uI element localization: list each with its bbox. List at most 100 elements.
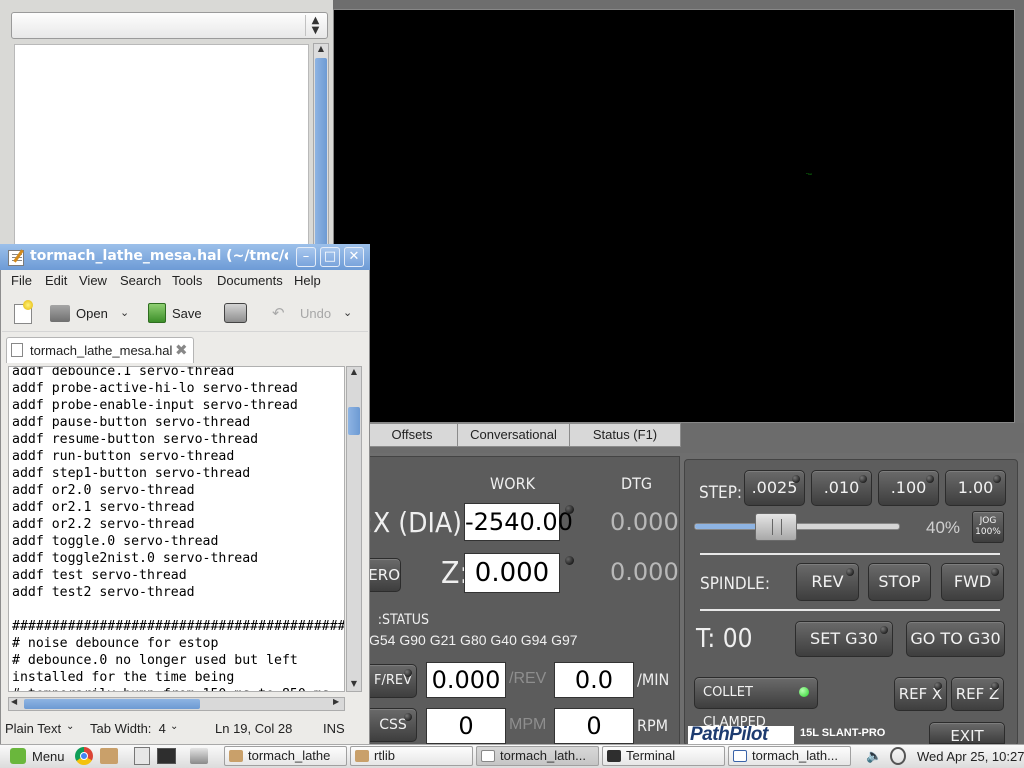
z-work-dro[interactable]: 0.000: [464, 553, 560, 593]
file-list[interactable]: [14, 44, 309, 246]
task-tormach-lathe[interactable]: tormach_lathe: [224, 746, 347, 766]
task-rtlib[interactable]: rtlib: [350, 746, 473, 766]
undo-dropdown-icon[interactable]: ⌄: [343, 306, 352, 319]
feed-per-rev-button[interactable]: F/REV: [369, 664, 417, 698]
file-list-scrollbar[interactable]: ▲: [313, 43, 329, 246]
tab-status[interactable]: Status (F1): [569, 423, 681, 447]
set-g30-button[interactable]: SET G30: [795, 621, 893, 657]
tab-conversational[interactable]: Conversational: [457, 423, 570, 447]
maximize-icon[interactable]: □: [320, 247, 340, 267]
exit-button[interactable]: EXIT: [929, 722, 1005, 744]
menu-button[interactable]: Menu: [32, 749, 65, 764]
editor-window-title: tormach_lathe_mesa.hal (~/tmc/confi: [30, 248, 288, 264]
step-0025-button[interactable]: .0025: [744, 470, 805, 506]
network-launcher-icon[interactable]: [190, 748, 208, 764]
toolpath-preview[interactable]: [333, 9, 1015, 423]
menu-view[interactable]: View: [79, 273, 107, 291]
feed-rev-value[interactable]: 0.000: [426, 662, 506, 698]
tab-width-dropdown-icon[interactable]: ⌄: [170, 721, 178, 732]
terminal-launcher-icon[interactable]: [157, 748, 176, 764]
dtg-header: DTG: [621, 474, 653, 493]
menu-search[interactable]: Search: [120, 273, 161, 291]
scroll-thumb[interactable]: [24, 699, 200, 709]
code-text-area[interactable]: addf debounce.1 servo-thread addf probe-…: [8, 366, 345, 692]
editor-horizontal-scrollbar[interactable]: ◀ ▶: [8, 697, 345, 711]
scroll-thumb[interactable]: [315, 58, 327, 246]
step-0025-label: .0025: [751, 478, 798, 497]
menu-tools[interactable]: Tools: [172, 273, 202, 291]
language-dropdown-icon[interactable]: ⌄: [66, 721, 74, 732]
spindle-fwd-button[interactable]: FWD: [941, 563, 1004, 601]
scroll-left-icon[interactable]: ◀: [11, 697, 17, 706]
menu-documents[interactable]: Documents: [217, 273, 283, 291]
menu-file[interactable]: File: [11, 273, 32, 291]
task-terminal-label: Terminal: [626, 748, 676, 763]
collet-clamped-label: COLLET CLAMPED: [703, 685, 766, 730]
jog-feed-slider[interactable]: [694, 523, 900, 530]
go-to-g30-button[interactable]: GO TO G30: [906, 621, 1005, 657]
step-1-button[interactable]: 1.00: [945, 470, 1006, 506]
menu-help[interactable]: Help: [294, 273, 321, 291]
spindle-rev-button[interactable]: REV: [796, 563, 859, 601]
feed-rev-unit: /REV: [509, 670, 547, 687]
preview-tool-marker: ··ᵢᵤᵢ: [806, 171, 812, 176]
scroll-down-icon[interactable]: ▼: [348, 679, 360, 688]
step-010-button[interactable]: .010: [811, 470, 872, 506]
task-terminal[interactable]: Terminal: [602, 746, 725, 766]
network-status-icon[interactable]: [890, 747, 906, 765]
task-tormach-lathe-window[interactable]: tormach_lath...: [728, 746, 851, 766]
jog-feed-slider-thumb[interactable]: [755, 513, 797, 541]
x-work-dro[interactable]: -2540.00: [464, 503, 573, 541]
print-icon[interactable]: [224, 303, 247, 323]
tab-offsets[interactable]: Offsets: [366, 423, 458, 447]
x-axis-label: X (DIA):: [370, 506, 462, 539]
open-button[interactable]: Open: [76, 306, 108, 321]
chrome-icon[interactable]: [75, 747, 93, 765]
open-dropdown-icon[interactable]: ⌄: [120, 306, 129, 319]
scroll-up-icon[interactable]: ▲: [315, 44, 327, 56]
feed-min-value[interactable]: 0.0: [554, 662, 634, 698]
mint-menu-icon[interactable]: [10, 748, 26, 764]
tab-close-icon[interactable]: ✖: [175, 341, 188, 359]
spindle-stop-button[interactable]: STOP: [868, 563, 931, 601]
mpm-value[interactable]: 0: [426, 708, 506, 744]
step-100-button[interactable]: .100: [878, 470, 939, 506]
scroll-right-icon[interactable]: ▶: [333, 697, 339, 706]
divider: [700, 609, 1000, 611]
open-folder-icon[interactable]: [50, 305, 70, 322]
save-icon[interactable]: [148, 303, 166, 323]
divider: [700, 553, 1000, 555]
work-header: WORK: [490, 474, 535, 493]
editor-vertical-scrollbar[interactable]: ▲ ▼: [346, 366, 362, 692]
ref-x-button[interactable]: REF X: [894, 677, 947, 711]
combo-arrows-icon[interactable]: ▲ ▼: [305, 15, 325, 36]
collet-clamped-button[interactable]: COLLET CLAMPED: [694, 677, 818, 730]
files-launcher-icon[interactable]: [100, 748, 118, 764]
menu-edit[interactable]: Edit: [45, 273, 67, 291]
minimize-icon[interactable]: –: [296, 247, 316, 267]
file-combo-box[interactable]: ▲ ▼: [11, 12, 328, 39]
scroll-thumb[interactable]: [348, 407, 360, 435]
rpm-value[interactable]: 0: [554, 708, 634, 744]
task-tormach-editor[interactable]: tormach_lath...: [476, 746, 599, 766]
pathpilot-logo: PathPilot: [688, 726, 794, 744]
ref-z-button[interactable]: REF Z: [951, 677, 1004, 711]
undo-icon[interactable]: ↶: [272, 304, 285, 322]
step-label: STEP:: [699, 483, 743, 503]
language-selector[interactable]: Plain Text: [5, 721, 61, 736]
document-tab[interactable]: tormach_lathe_mesa.hal ✖: [6, 337, 194, 363]
clock[interactable]: Wed Apr 25, 10:27: [917, 749, 1024, 764]
undo-button[interactable]: Undo: [300, 306, 331, 321]
close-icon[interactable]: ✕: [344, 247, 364, 267]
new-document-icon[interactable]: [14, 300, 33, 324]
css-button[interactable]: CSS: [369, 708, 417, 742]
z-led-icon: [565, 556, 574, 565]
cursor-position: Ln 19, Col 28: [215, 721, 293, 736]
volume-icon[interactable]: 🔈: [866, 749, 882, 764]
zero-button[interactable]: ZERO: [369, 558, 401, 592]
tab-width-selector[interactable]: Tab Width: 4: [90, 721, 166, 736]
text-editor-launcher-icon[interactable]: [134, 747, 150, 765]
save-button[interactable]: Save: [172, 306, 202, 321]
scroll-up-icon[interactable]: ▲: [348, 367, 360, 376]
jog-100-button[interactable]: JOG 100%: [972, 511, 1004, 543]
